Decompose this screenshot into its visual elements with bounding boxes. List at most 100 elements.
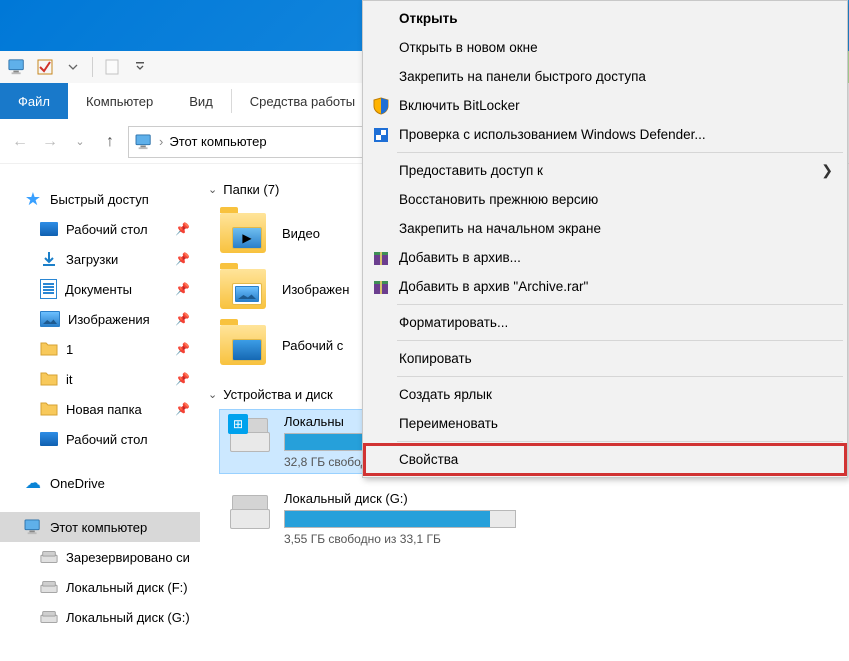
folder-icon — [220, 325, 266, 365]
document-icon — [40, 279, 57, 299]
ctx-format[interactable]: Форматировать... — [365, 308, 845, 337]
nav-back-button[interactable]: ← — [8, 130, 32, 154]
drive-icon — [226, 491, 272, 529]
ctx-rename-label: Переименовать — [399, 416, 498, 431]
folder-icon — [40, 340, 58, 358]
nav-this-pc[interactable]: Этот компьютер — [0, 512, 200, 542]
this-pc-icon — [24, 518, 42, 536]
ctx-copy[interactable]: Копировать — [365, 344, 845, 373]
ctx-separator — [397, 304, 843, 305]
navigation-pane: ★ Быстрый доступ Рабочий стол 📌 Загрузки… — [0, 164, 201, 661]
nav-quick-access[interactable]: ★ Быстрый доступ — [0, 184, 200, 214]
drive-icon — [40, 548, 58, 566]
chevron-down-icon: ⌄ — [208, 183, 217, 196]
ctx-create-shortcut-label: Создать ярлык — [399, 387, 492, 402]
drive-g[interactable]: Локальный диск (G:) 3,55 ГБ свободно из … — [220, 487, 522, 550]
ctx-create-shortcut[interactable]: Создать ярлык — [365, 380, 845, 409]
nav-folder-it[interactable]: it 📌 — [0, 364, 200, 394]
nav-this-pc-label: Этот компьютер — [50, 520, 147, 535]
checkbox-icon[interactable] — [36, 58, 54, 76]
drive-icon — [40, 578, 58, 596]
nav-downloads[interactable]: Загрузки 📌 — [0, 244, 200, 274]
pin-icon: 📌 — [175, 222, 190, 236]
drive-icon: ⊞ — [226, 414, 272, 452]
ctx-open-label: Открыть — [399, 11, 458, 26]
tab-drive-tools[interactable]: Средства работы — [232, 83, 373, 119]
defender-icon — [371, 125, 391, 145]
ctx-properties-label: Свойства — [399, 452, 458, 467]
nav-local-g[interactable]: Локальный диск (G:) — [0, 602, 200, 632]
ctx-separator — [397, 340, 843, 341]
nav-desktop-2-label: Рабочий стол — [66, 432, 148, 447]
nav-local-f[interactable]: Локальный диск (F:) — [0, 572, 200, 602]
ctx-restore-label: Восстановить прежнюю версию — [399, 192, 598, 207]
drive-icon — [40, 608, 58, 626]
nav-local-f-label: Локальный диск (F:) — [66, 580, 188, 595]
ctx-add-archive[interactable]: Добавить в архив... — [365, 243, 845, 272]
nav-recent-button[interactable]: ⌄ — [68, 130, 92, 154]
desktop-icon — [40, 222, 58, 236]
qat-more-icon[interactable] — [131, 58, 149, 76]
tab-computer[interactable]: Компьютер — [68, 83, 171, 119]
nav-reserved[interactable]: Зарезервировано си — [0, 542, 200, 572]
nav-folder-1-label: 1 — [66, 342, 73, 357]
ctx-restore-previous[interactable]: Восстановить прежнюю версию — [365, 185, 845, 214]
tab-view[interactable]: Вид — [171, 83, 231, 119]
nav-folder-new-label: Новая папка — [66, 402, 142, 417]
dropdown-icon[interactable] — [64, 58, 82, 76]
nav-documents-label: Документы — [65, 282, 132, 297]
group-devices-label: Устройства и диск — [223, 387, 333, 402]
nav-folder-1[interactable]: 1 📌 — [0, 334, 200, 364]
folder-icon: ▶ — [220, 213, 266, 253]
winrar-icon — [371, 277, 391, 297]
nav-reserved-label: Зарезервировано си — [66, 550, 190, 565]
this-pc-icon — [8, 58, 26, 76]
ctx-defender[interactable]: Проверка с использованием Windows Defend… — [365, 120, 845, 149]
pin-icon: 📌 — [175, 402, 190, 416]
page-icon[interactable] — [103, 58, 121, 76]
ctx-share-label: Предоставить доступ к — [399, 163, 543, 178]
ctx-pin-quick-access[interactable]: Закрепить на панели быстрого доступа — [365, 62, 845, 91]
folder-icon — [40, 370, 58, 388]
nav-desktop-2[interactable]: Рабочий стол — [0, 424, 200, 454]
nav-pictures-label: Изображения — [68, 312, 150, 327]
ctx-properties[interactable]: Свойства — [365, 445, 845, 474]
chevron-down-icon: ⌄ — [208, 388, 217, 401]
nav-up-button[interactable]: ↑ — [98, 130, 122, 154]
nav-folder-new[interactable]: Новая папка 📌 — [0, 394, 200, 424]
ctx-copy-label: Копировать — [399, 351, 472, 366]
ctx-open[interactable]: Открыть — [365, 4, 845, 33]
nav-desktop[interactable]: Рабочий стол 📌 — [0, 214, 200, 244]
ctx-pin-start[interactable]: Закрепить на начальном экране — [365, 214, 845, 243]
tab-drive-tools-label: Средства работы — [250, 94, 355, 109]
download-icon — [40, 250, 58, 268]
nav-documents[interactable]: Документы 📌 — [0, 274, 200, 304]
ctx-add-archive-rar[interactable]: Добавить в архив "Archive.rar" — [365, 272, 845, 301]
nav-desktop-label: Рабочий стол — [66, 222, 148, 237]
folder-icon — [40, 400, 58, 418]
tab-computer-label: Компьютер — [86, 94, 153, 109]
nav-pictures[interactable]: Изображения 📌 — [0, 304, 200, 334]
pin-icon: 📌 — [175, 372, 190, 386]
ctx-bitlocker[interactable]: Включить BitLocker — [365, 91, 845, 120]
nav-onedrive-label: OneDrive — [50, 476, 105, 491]
nav-forward-button[interactable]: → — [38, 130, 62, 154]
folder-images-label: Изображен — [282, 282, 349, 297]
drive-g-free: 3,55 ГБ свободно из 33,1 ГБ — [284, 532, 516, 546]
ctx-share[interactable]: Предоставить доступ к ❯ — [365, 156, 845, 185]
star-icon: ★ — [24, 190, 42, 208]
ctx-rename[interactable]: Переименовать — [365, 409, 845, 438]
pin-icon: 📌 — [175, 342, 190, 356]
ctx-open-new-label: Открыть в новом окне — [399, 40, 538, 55]
breadcrumb-location[interactable]: Этот компьютер — [169, 134, 266, 149]
breadcrumb-sep-icon: › — [159, 134, 163, 149]
context-menu: Открыть Открыть в новом окне Закрепить н… — [362, 0, 848, 478]
shield-icon — [371, 96, 391, 116]
ctx-add-archive-label: Добавить в архив... — [399, 250, 521, 265]
nav-local-g-label: Локальный диск (G:) — [66, 610, 190, 625]
tab-file-label: Файл — [18, 94, 50, 109]
nav-onedrive[interactable]: ☁ OneDrive — [0, 468, 200, 498]
tab-file[interactable]: Файл — [0, 83, 68, 119]
desktop-icon — [40, 432, 58, 446]
ctx-open-new-window[interactable]: Открыть в новом окне — [365, 33, 845, 62]
